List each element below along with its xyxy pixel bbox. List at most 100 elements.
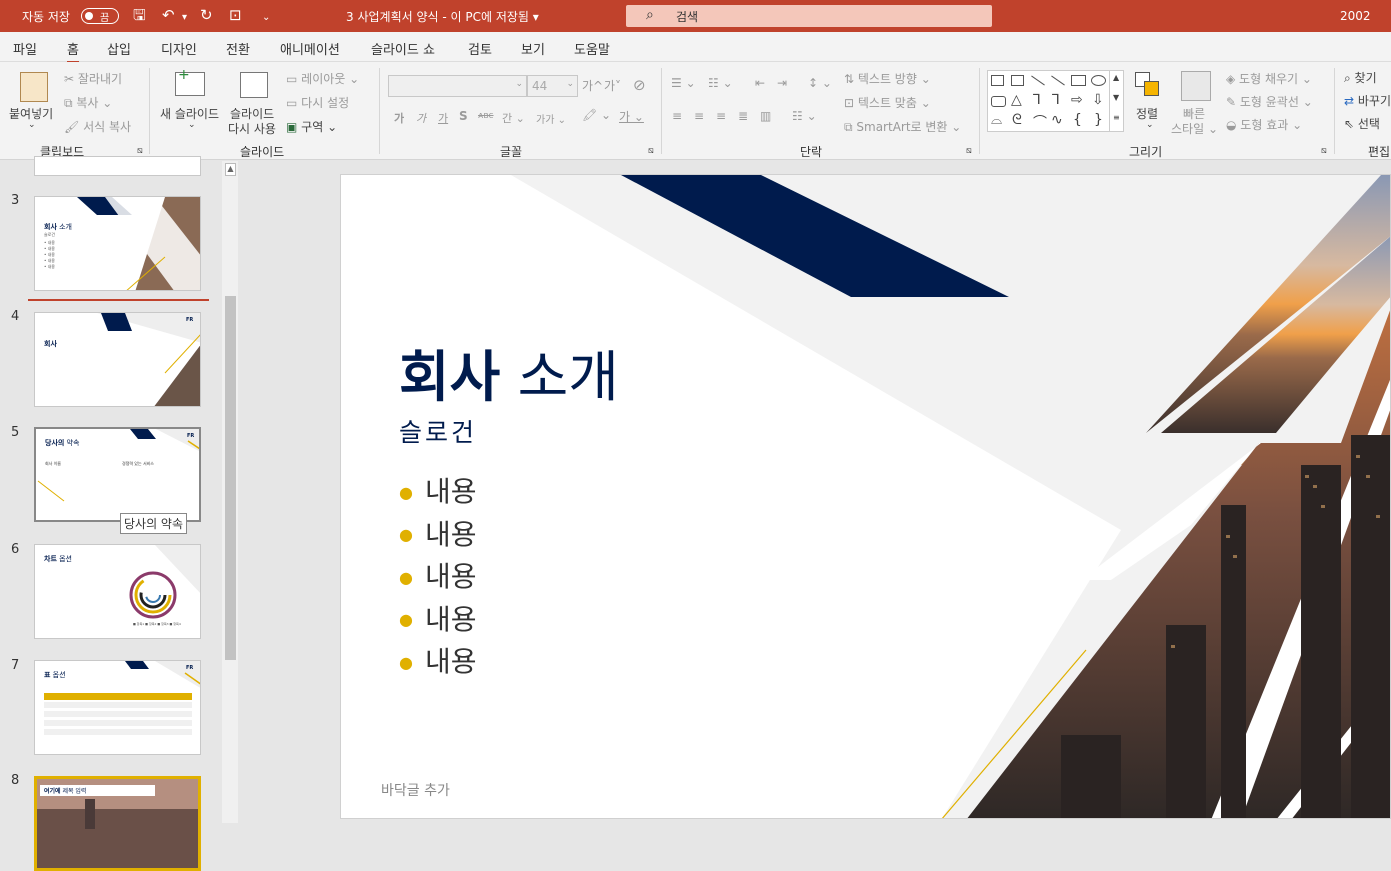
freeform-shape-icon[interactable]: ⌓: [991, 112, 1002, 128]
clear-format-icon[interactable]: ⊘: [633, 76, 646, 94]
slide-title[interactable]: 회사 소개: [399, 345, 619, 409]
autosave-toggle[interactable]: 끔: [81, 8, 119, 24]
reset-button[interactable]: ▭ 다시 설정: [286, 94, 349, 111]
slide-thumbnail-2[interactable]: [34, 156, 201, 176]
tab-file[interactable]: 파일: [13, 39, 37, 58]
tab-animations[interactable]: 애니메이션: [280, 39, 340, 58]
decrease-indent-button[interactable]: ⇤: [755, 76, 765, 90]
shape-fill-button[interactable]: ◈ 도형 채우기 ⌄: [1226, 70, 1312, 87]
section-button[interactable]: ▣ 구역 ⌄: [286, 118, 337, 135]
slide-thumbnail-7[interactable]: 표 옵션 FR: [34, 660, 201, 755]
font-launcher-icon[interactable]: ⧅: [648, 146, 654, 156]
redo-icon[interactable]: ↻: [200, 6, 213, 24]
left-brace-shape-icon[interactable]: {: [1073, 112, 1082, 128]
tab-help[interactable]: 도움말: [574, 39, 610, 58]
undo-dropdown-icon[interactable]: ▾: [182, 9, 187, 27]
scribble-shape-icon[interactable]: ᘓ: [1012, 112, 1022, 128]
tab-review[interactable]: 검토: [468, 39, 492, 58]
select-button[interactable]: ⇖ 선택: [1344, 115, 1380, 132]
triangle-shape-icon[interactable]: △: [1011, 92, 1022, 108]
slide-thumbnail-4[interactable]: 회사 FR: [34, 312, 201, 407]
text-direction-button[interactable]: ⇅ 텍스트 방향 ⌄: [844, 70, 931, 87]
presentation-icon[interactable]: ⊡: [229, 6, 242, 24]
smartart-button[interactable]: ⧉ SmartArt로 변환 ⌄: [844, 118, 961, 135]
format-painter-button[interactable]: 🖌 서식 복사: [64, 118, 131, 135]
arrange-dropdown-icon[interactable]: ⌄: [1146, 120, 1154, 130]
document-title[interactable]: 3 사업계획서 양식 - 이 PC에 저장됨 ▾: [346, 8, 539, 25]
slide-subtitle[interactable]: 슬로건: [399, 413, 477, 449]
textbox-shape-icon[interactable]: [991, 75, 1004, 86]
slide-bullet-list[interactable]: ● 내용 ● 내용 ● 내용 ● 내용 ● 내용: [399, 471, 477, 684]
user-name[interactable]: 2002: [1340, 9, 1371, 23]
change-case-button[interactable]: 가가 ⌄: [536, 111, 566, 126]
line-shape-icon[interactable]: [1031, 75, 1045, 86]
down-arrow-shape-icon[interactable]: ⇩: [1092, 92, 1104, 108]
vertical-textbox-shape-icon[interactable]: [1011, 75, 1024, 86]
paragraph-launcher-icon[interactable]: ⧅: [966, 146, 972, 156]
align-text-button[interactable]: ⊡ 텍스트 맞춤 ⌄: [844, 94, 931, 111]
shapes-gallery[interactable]: △ ⅂ ⅂ ⇨ ⇩ ⌓ ᘓ ⌒ ∿ { } ▲ ▼ ≡: [987, 70, 1124, 132]
search-box[interactable]: ⌕ 검색: [626, 5, 992, 27]
underline-button[interactable]: 가: [438, 110, 448, 126]
shape-effects-button[interactable]: ◒ 도형 효과 ⌄: [1226, 116, 1302, 133]
slide-thumbnail-3[interactable]: 회사 소개 슬로건 • 내용 • 내용 • 내용 • 내용 • 내용: [34, 196, 201, 291]
slide-thumbnail-6[interactable]: 차트 옵션 ■ 항목1 ■ 항목2 ■ 항목3 ■ 항목4: [34, 544, 201, 639]
decrease-font-button[interactable]: 가˅: [604, 77, 621, 94]
connector-shape-icon[interactable]: ⅂: [1033, 92, 1041, 108]
tab-view[interactable]: 보기: [521, 39, 545, 58]
slide-footer[interactable]: 바닥글 추가: [381, 780, 450, 800]
tab-insert[interactable]: 삽입: [107, 39, 131, 58]
clipboard-launcher-icon[interactable]: ⧅: [137, 146, 143, 156]
customize-qat-icon[interactable]: ⌄: [262, 9, 270, 27]
rectangle-shape-icon[interactable]: [1071, 75, 1086, 86]
shape-outline-button[interactable]: ✎ 도형 윤곽선 ⌄: [1226, 93, 1313, 110]
numbering-button[interactable]: ☷ ⌄: [708, 76, 733, 90]
undo-icon[interactable]: ↶: [162, 6, 175, 24]
arc-shape-icon[interactable]: ⌒: [1033, 112, 1047, 132]
align-center-button[interactable]: ≡: [694, 109, 704, 123]
columns-button[interactable]: ☷ ⌄: [792, 109, 817, 123]
reuse-slides-line2[interactable]: 다시 사용: [228, 120, 276, 137]
tab-slideshow[interactable]: 슬라이드 쇼: [371, 39, 435, 58]
quick-styles-icon[interactable]: [1181, 71, 1211, 101]
arrow-line-shape-icon[interactable]: [1051, 75, 1065, 86]
cut-button[interactable]: ✂ 잘라내기: [64, 70, 122, 87]
font-color-button[interactable]: 가 ⌄: [619, 108, 644, 125]
save-icon[interactable]: 🖫: [133, 6, 146, 24]
font-name-combo[interactable]: ⌄: [388, 75, 527, 97]
highlight-color-button[interactable]: 🖍 ⌄: [582, 108, 611, 122]
shadow-button[interactable]: S: [459, 109, 468, 123]
reuse-slides-icon[interactable]: [240, 72, 268, 98]
scroll-up-icon[interactable]: ▲: [225, 163, 236, 176]
increase-font-button[interactable]: 가^: [582, 77, 603, 94]
font-size-combo[interactable]: 44 ⌄: [527, 75, 578, 97]
char-spacing-button[interactable]: 간 ⌄: [502, 110, 525, 126]
right-arrow-shape-icon[interactable]: ⇨: [1071, 92, 1083, 108]
copy-button[interactable]: ⧉ 복사 ⌄: [64, 94, 112, 111]
bullets-button[interactable]: ☰ ⌄: [671, 76, 696, 90]
tab-home[interactable]: 홈: [67, 39, 79, 63]
justify-button[interactable]: ≣: [738, 109, 748, 123]
quick-styles-line2[interactable]: 스타일 ⌄: [1171, 120, 1218, 137]
increase-indent-button[interactable]: ⇥: [777, 76, 787, 90]
drawing-launcher-icon[interactable]: ⧅: [1321, 146, 1327, 156]
strikethrough-button[interactable]: ᴀʙᴄ: [478, 111, 494, 121]
curve-shape-icon[interactable]: ∿: [1051, 112, 1063, 128]
bold-button[interactable]: 가: [394, 110, 404, 126]
oval-shape-icon[interactable]: [1091, 75, 1106, 86]
tab-design[interactable]: 디자인: [161, 39, 197, 58]
find-button[interactable]: ⌕ 찾기: [1344, 69, 1377, 86]
rounded-rectangle-shape-icon[interactable]: [991, 96, 1006, 107]
paste-icon[interactable]: [20, 72, 48, 102]
scrollbar-thumb[interactable]: [225, 296, 236, 660]
replace-button[interactable]: ⇄ 바꾸기: [1344, 92, 1391, 109]
distributed-button[interactable]: ▥: [760, 109, 771, 123]
slide-thumbnail-5[interactable]: 당사의 약속 회사 이름 경쟁력 있는 서비스 FR: [34, 427, 201, 522]
line-spacing-button[interactable]: ↕ ⌄: [808, 76, 832, 90]
elbow-connector-shape-icon[interactable]: ⅂: [1052, 92, 1060, 108]
slide-canvas[interactable]: 회사 소개 슬로건 ● 내용 ● 내용 ● 내용 ● 내용 ● 내용 바닥글 추가: [340, 174, 1391, 819]
tab-transitions[interactable]: 전환: [226, 39, 250, 58]
italic-button[interactable]: 가: [416, 110, 426, 126]
paste-dropdown-icon[interactable]: ⌄: [28, 120, 36, 130]
slide-thumbnail-8[interactable]: 여기에 제목 입력: [34, 776, 201, 871]
